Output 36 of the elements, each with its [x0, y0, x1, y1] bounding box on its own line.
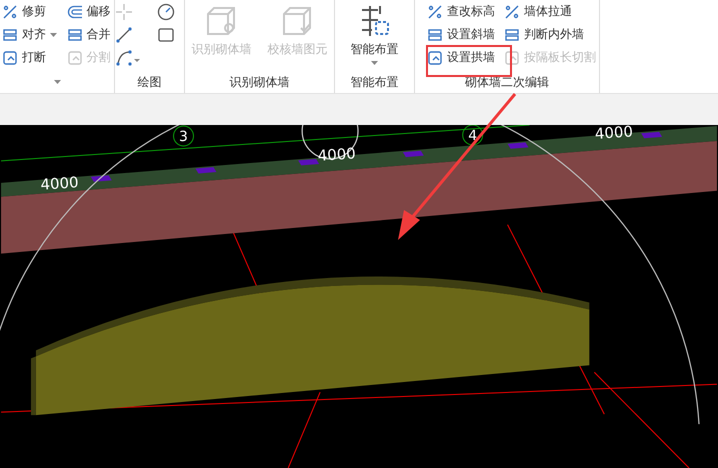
- group-label: 绘图: [138, 74, 162, 90]
- ribbon-button[interactable]: 修剪: [0, 0, 60, 23]
- line-icon[interactable]: [114, 26, 132, 44]
- ribbon-button[interactable]: 查改标高: [425, 0, 498, 23]
- ribbon-button[interactable]: 对齐: [0, 23, 60, 46]
- ribbon-button[interactable]: 墙体拉通: [502, 0, 599, 23]
- group-label: 砌体墙二次编辑: [465, 74, 549, 90]
- ribbon-button[interactable]: 判断内外墙: [502, 23, 599, 46]
- rectangle-icon[interactable]: [156, 26, 174, 44]
- beam-block: [298, 158, 320, 166]
- beam-block: [90, 175, 112, 182]
- dimension-label: 4000: [317, 144, 356, 165]
- align-icon: [2, 26, 18, 42]
- wall-left-edge: [30, 356, 36, 416]
- circle-icon[interactable]: [156, 2, 174, 20]
- dimension-label: 4000: [40, 173, 80, 194]
- ribbon-button[interactable]: 偏移: [64, 0, 114, 23]
- ribbon-button[interactable]: 合并: [64, 23, 114, 46]
- ribbon-button[interactable]: 设置拱墙: [425, 46, 498, 69]
- beam-block: [508, 142, 528, 149]
- beam-block: [195, 167, 216, 174]
- beam-block: [402, 150, 424, 158]
- beam-block: [641, 132, 662, 138]
- ribbon-button[interactable]: 打断: [0, 46, 60, 69]
- ribbon-large-button[interactable]: 智能布置: [348, 2, 402, 67]
- axis-marker: 4: [462, 125, 484, 146]
- offset-icon: [66, 4, 82, 20]
- ribbon-button[interactable]: 设置斜墙: [425, 23, 498, 46]
- caret-icon: [50, 32, 57, 36]
- dimension-label: 4000: [594, 125, 634, 143]
- axis-marker: 3: [173, 126, 194, 146]
- caret-icon: [54, 80, 60, 84]
- group-label: 识别砌体墙: [230, 74, 290, 90]
- caret-icon: [371, 61, 378, 65]
- group-label: 智能布置: [350, 74, 398, 90]
- arc-icon[interactable]: [114, 48, 140, 66]
